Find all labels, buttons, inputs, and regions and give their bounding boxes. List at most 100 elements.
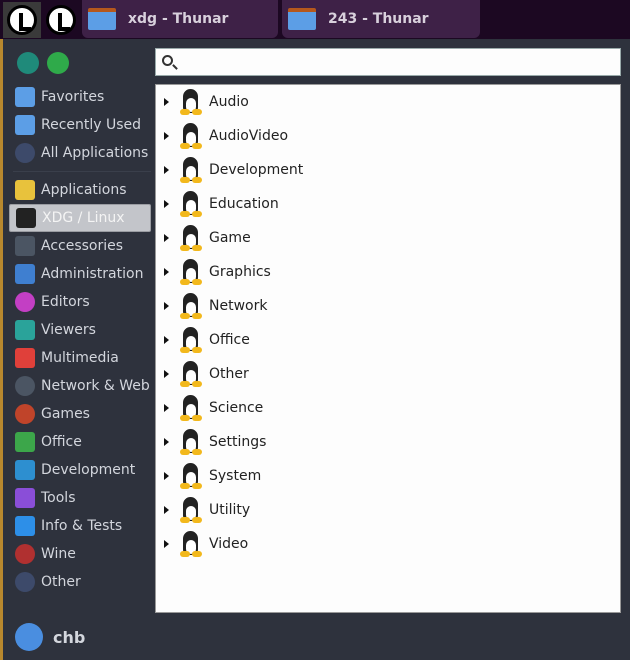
task-xdg-thunar[interactable]: xdg - Thunar [82,0,278,38]
logo-icon [46,5,76,35]
expand-arrow-icon[interactable] [164,370,169,378]
tux-icon [179,360,203,388]
sidebar-item-viewers[interactable]: Viewers [9,316,151,344]
expand-arrow-icon[interactable] [164,302,169,310]
app-menu-button[interactable] [3,2,41,38]
expand-arrow-icon[interactable] [164,438,169,446]
sidebar-item-label: Recently Used [41,117,142,133]
category-row[interactable]: Utility [156,493,620,527]
sidebar-item-accessories[interactable]: Accessories [9,232,151,260]
tux-icon [179,496,203,524]
administration-icon [15,264,35,284]
tux-icon [179,292,203,320]
sidebar-item-wine[interactable]: Wine [9,540,151,568]
launcher-button[interactable] [42,2,80,38]
category-row[interactable]: Office [156,323,620,357]
sidebar-item-games[interactable]: Games [9,400,151,428]
tux-icon [179,394,203,422]
expand-arrow-icon[interactable] [164,166,169,174]
sidebar-item-label: Wine [41,546,76,562]
sidebar-item-label: Network & Web [41,378,150,394]
tux-icon [179,428,203,456]
category-label: Other [209,366,249,382]
tux-icon [179,190,203,218]
settings-manager-icon[interactable] [17,52,39,74]
expand-arrow-icon[interactable] [164,234,169,242]
accessories-icon [15,236,35,256]
sidebar-item-info-tests[interactable]: Info & Tests [9,512,151,540]
expand-arrow-icon[interactable] [164,98,169,106]
sidebar-item-applications[interactable]: Applications [9,176,151,204]
sidebar-item-recently-used[interactable]: Recently Used [9,111,151,139]
tux-icon [16,208,36,228]
category-label: Video [209,536,249,552]
sidebar-item-label: Info & Tests [41,518,123,534]
tux-icon [179,122,203,150]
category-label: Development [209,162,304,178]
sidebar-item-favorites[interactable]: Favorites [9,83,151,111]
top-panel: xdg - Thunar 243 - Thunar [0,0,630,39]
tools-icon [15,488,35,508]
viewers-icon [15,320,35,340]
category-row[interactable]: System [156,459,620,493]
category-label: Science [209,400,264,416]
sidebar-item-label: Games [41,406,90,422]
category-row[interactable]: Science [156,391,620,425]
task-243-thunar[interactable]: 243 - Thunar [282,0,480,38]
sidebar-item-other[interactable]: Other [9,568,151,596]
search-icon [162,55,173,66]
expand-arrow-icon[interactable] [164,472,169,480]
category-row[interactable]: Game [156,221,620,255]
sidebar-item-network-web[interactable]: Network & Web [9,372,151,400]
sidebar-item-label: Development [41,462,136,478]
category-label: Network [209,298,268,314]
expand-arrow-icon[interactable] [164,506,169,514]
expand-arrow-icon[interactable] [164,268,169,276]
category-row[interactable]: Graphics [156,255,620,289]
search-input[interactable] [155,48,621,76]
sidebar-item-office[interactable]: Office [9,428,151,456]
expand-arrow-icon[interactable] [164,540,169,548]
sidebar-item-administration[interactable]: Administration [9,260,151,288]
expand-arrow-icon[interactable] [164,404,169,412]
globe-icon [15,376,35,396]
expand-arrow-icon[interactable] [164,200,169,208]
sidebar-item-label: Editors [41,294,90,310]
category-row[interactable]: Audio [156,85,620,119]
folder-icon [88,8,116,30]
category-row[interactable]: Other [156,357,620,391]
expand-arrow-icon[interactable] [164,336,169,344]
sidebar-item-editors[interactable]: Editors [9,288,151,316]
expand-arrow-icon[interactable] [164,132,169,140]
sidebar-item-label: XDG / Linux [42,210,125,226]
user-account[interactable]: chb [15,623,85,651]
category-label: Settings [209,434,267,450]
category-row[interactable]: Network [156,289,620,323]
sidebar-item-development[interactable]: Development [9,456,151,484]
category-label: AudioVideo [209,128,289,144]
grid-icon [15,180,35,200]
sidebar-item-label: Favorites [41,89,105,105]
logo-icon [7,5,37,35]
separator [13,171,151,172]
category-row[interactable]: Video [156,527,620,561]
logout-icon[interactable] [47,52,69,74]
category-label: Audio [209,94,249,110]
sidebar-item-multimedia[interactable]: Multimedia [9,344,151,372]
sidebar-item-label: All Applications [41,145,149,161]
sidebar-item-tools[interactable]: Tools [9,484,151,512]
development-icon [15,460,35,480]
category-row[interactable]: Settings [156,425,620,459]
sidebar-item-xdg-linux[interactable]: XDG / Linux [9,204,151,232]
tux-icon [179,88,203,116]
sidebar-item-label: Tools [41,490,76,506]
sidebar-item-all-applications[interactable]: All Applications [9,139,151,167]
tux-icon [179,258,203,286]
folder-icon [288,8,316,30]
sidebar-item-label: Accessories [41,238,124,254]
category-row[interactable]: Development [156,153,620,187]
info-icon [15,516,35,536]
category-row[interactable]: AudioVideo [156,119,620,153]
category-row[interactable]: Education [156,187,620,221]
user-name: chb [53,627,86,647]
